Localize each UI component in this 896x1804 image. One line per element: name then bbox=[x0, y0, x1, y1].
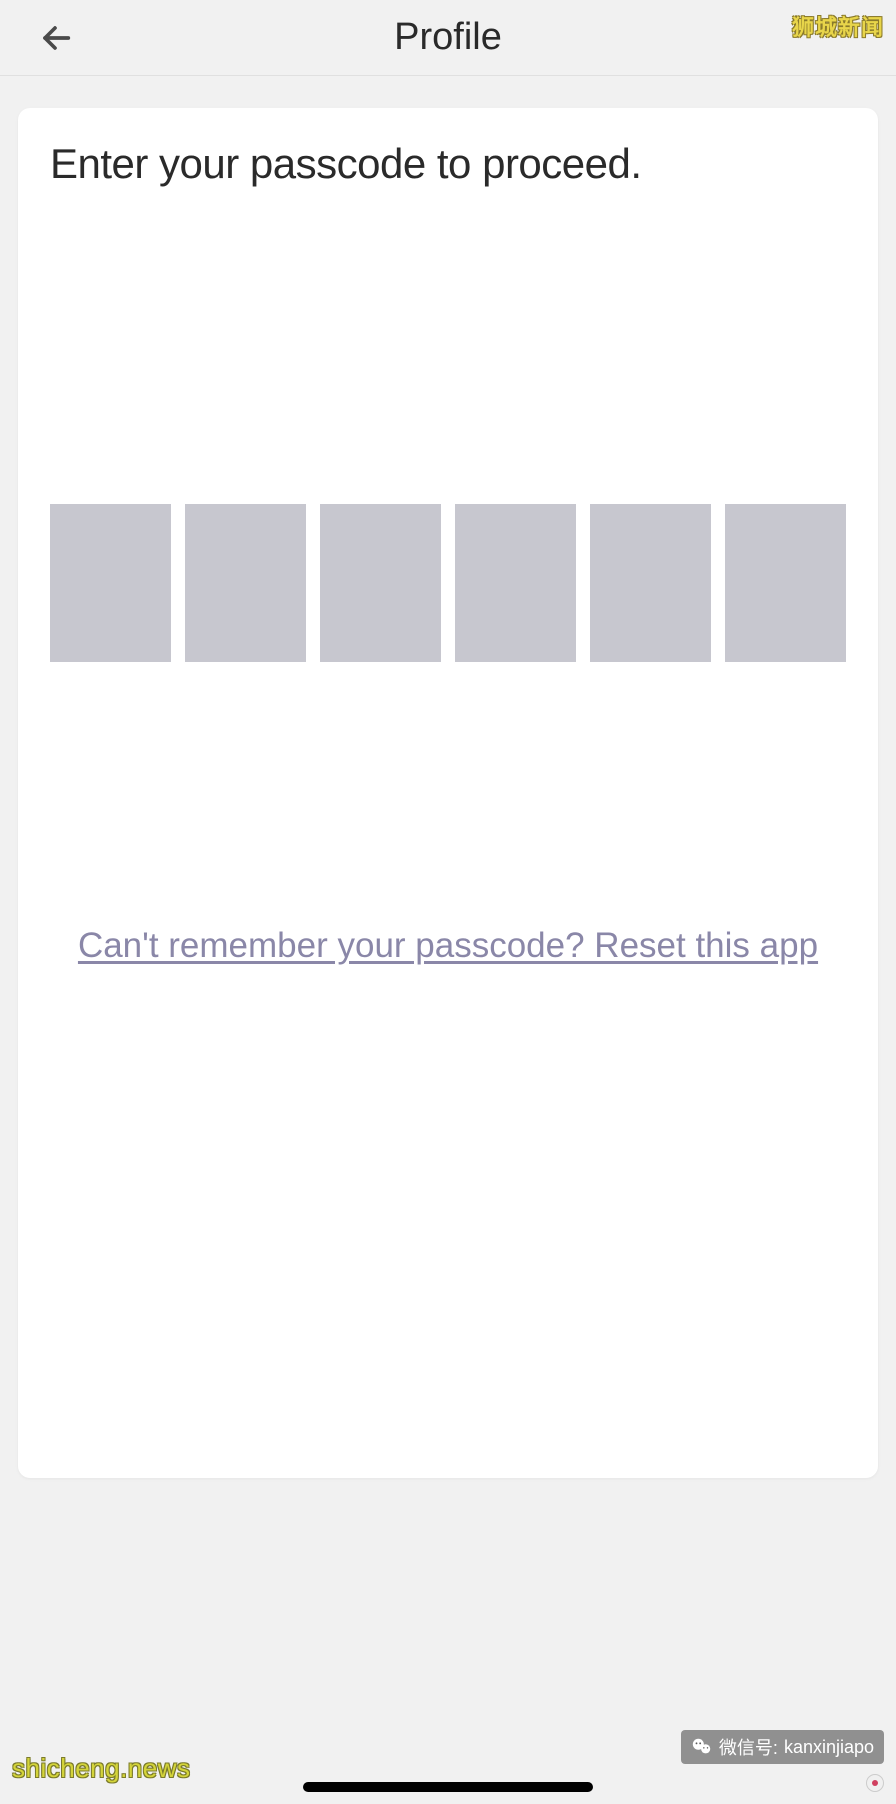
watermark-top-right: 狮城新闻 bbox=[792, 10, 884, 42]
footer-area: shicheng.news 微信号: kanxinjiapo bbox=[0, 1724, 896, 1804]
wechat-id: kanxinjiapo bbox=[784, 1737, 874, 1758]
passcode-digit-1[interactable] bbox=[50, 504, 171, 662]
watermark-bottom-right: 微信号: kanxinjiapo bbox=[681, 1730, 884, 1764]
app-header: Profile 狮城新闻 bbox=[0, 0, 896, 76]
wechat-icon bbox=[691, 1736, 713, 1758]
passcode-card: Enter your passcode to proceed. Can't re… bbox=[18, 108, 878, 1478]
page-title: Profile bbox=[394, 16, 502, 59]
passcode-input-row bbox=[50, 504, 846, 662]
wechat-label-prefix: 微信号: bbox=[719, 1734, 778, 1760]
passcode-digit-2[interactable] bbox=[185, 504, 306, 662]
passcode-prompt-heading: Enter your passcode to proceed. bbox=[50, 140, 846, 188]
arrow-left-icon bbox=[35, 18, 75, 58]
home-indicator bbox=[303, 1782, 593, 1792]
back-button[interactable] bbox=[30, 13, 80, 63]
passcode-digit-5[interactable] bbox=[590, 504, 711, 662]
passcode-digit-6[interactable] bbox=[725, 504, 846, 662]
reset-app-link[interactable]: Can't remember your passcode? Reset this… bbox=[50, 922, 846, 969]
passcode-digit-4[interactable] bbox=[455, 504, 576, 662]
passcode-digit-3[interactable] bbox=[320, 504, 441, 662]
watermark-bottom-left: shicheng.news bbox=[12, 1753, 191, 1784]
small-badge-icon bbox=[866, 1774, 884, 1792]
